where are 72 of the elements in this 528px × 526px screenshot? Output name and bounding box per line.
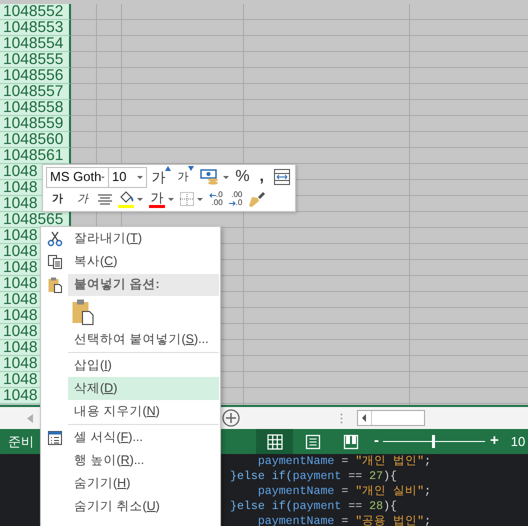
horizontal-scrollbar[interactable] [357,410,425,426]
row-header[interactable]: 1048565 [0,212,71,228]
format-cells-icon [48,430,62,444]
row-header[interactable]: 1048556 [0,68,71,84]
menu-item[interactable]: 삽입(I) [68,354,219,377]
add-sheet-icon[interactable] [222,409,240,427]
row-header[interactable]: 1048559 [0,116,71,132]
merge-cells-icon [274,169,290,185]
paint-bucket-icon [118,190,134,208]
row-header[interactable]: 1048553 [0,20,71,36]
zoom-out-button[interactable]: - [374,430,379,453]
menu-item[interactable]: 삭제(D) [68,377,219,400]
status-text: 준비 [8,432,34,451]
menu-item[interactable]: 잘라내기(T) [68,227,219,250]
caret-icon[interactable] [197,198,203,200]
font-size-field[interactable]: 10 [108,166,148,188]
page-layout-icon [304,434,320,450]
caret-icon[interactable] [101,176,105,178]
code-line: paymentName = "개인 법인"; [256,454,432,469]
menu-item[interactable]: 셀 서식(F)... [68,426,219,449]
row-header[interactable]: 1048560 [0,132,71,148]
menu-item[interactable]: 행 높이(R)... [68,449,219,472]
caret-icon[interactable] [137,198,143,200]
caret-icon[interactable] [223,176,230,178]
zoom-percent[interactable]: 10 [510,432,526,452]
clipboard-icon [72,299,94,325]
shrink-font-button[interactable]: 가 [175,166,196,188]
menu-item[interactable]: 내용 지우기(N) [68,400,219,423]
row-header[interactable]: 1048557 [0,84,71,100]
font-size-text: 10 [112,168,126,186]
view-button[interactable] [256,429,293,454]
normal-view-icon [266,434,282,450]
align-center-icon [98,194,112,204]
zoom-in-button[interactable]: + [490,430,499,453]
page-break-icon [342,434,358,450]
arrow-up-icon [165,166,172,171]
money-icon [200,169,220,185]
clipboard-icon [48,276,62,292]
increase-decimal-button[interactable]: .0 .00 [207,188,225,210]
code-line: paymentName = "개인 실비"; [256,484,432,499]
merge-cells-button[interactable] [272,166,292,188]
row-header[interactable]: 1048554 [0,36,71,52]
decrease-decimal-button[interactable]: .00 .0 [226,188,244,210]
zoom-slider-thumb[interactable] [432,435,434,448]
font-color-button[interactable]: 가 [147,188,176,210]
arrow-right-icon [228,200,236,206]
row-header[interactable]: 1048558 [0,100,71,116]
grow-font-button[interactable]: 가 [149,166,174,188]
italic-button[interactable]: 가 [71,188,94,210]
paintbrush-icon [248,191,266,207]
menu-item[interactable]: 숨기기(H) [68,472,219,495]
font-name-field[interactable]: MS Goth [46,166,109,188]
copy-icon [48,254,62,268]
caret-icon[interactable] [168,198,174,200]
caret-icon[interactable] [137,176,144,178]
menu-item[interactable]: 숨기기 취소(U) [68,495,219,518]
menu-section-header: 붙여넣기 옵션: [68,274,219,296]
row-header[interactable]: 1048552 [0,4,71,20]
arrow-left-icon [209,192,216,198]
percent-button[interactable]: % [233,166,252,188]
color-bar [149,204,165,208]
row-header[interactable]: 1048561 [0,148,71,164]
code-line: }else if(payment == 27){ [230,469,398,484]
row-header[interactable]: 1048555 [0,52,71,68]
code-line: }else if(payment == 28){ [230,499,398,514]
menu-item[interactable]: 선택하여 붙여넣기(S)... [68,328,219,351]
arrow-down-icon [188,166,194,171]
comma-button[interactable]: , [254,166,270,188]
paste-button[interactable] [72,299,94,325]
menu-item[interactable]: 복사(C) [68,250,219,273]
borders-icon [180,192,194,206]
scissors-icon [47,230,63,246]
